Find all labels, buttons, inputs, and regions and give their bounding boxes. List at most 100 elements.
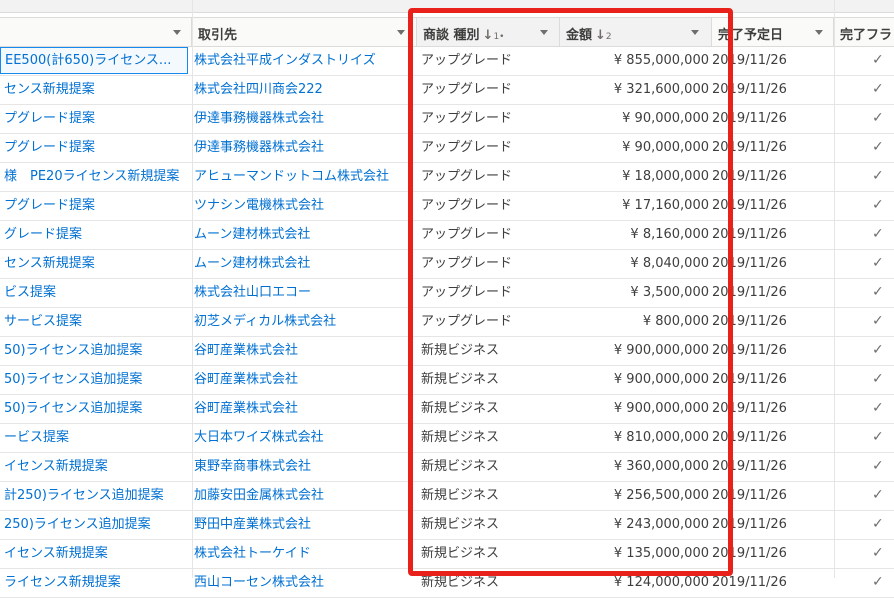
account-name-link[interactable]: 谷町産業株式会社 (194, 337, 408, 364)
chevron-down-icon[interactable] (535, 23, 553, 41)
account-name-link[interactable]: 野田中産業株式会社 (194, 511, 408, 538)
opportunity-name-link[interactable]: 50)ライセンス追加提案 (0, 337, 188, 364)
account-name-link[interactable]: 株式会社四川商会222 (194, 76, 408, 103)
opportunity-name-link[interactable]: センス新規提案 (0, 250, 188, 277)
account-name-link[interactable]: ムーン建材株式会社 (194, 221, 408, 248)
account-name-link[interactable]: 加藤安田金属株式会社 (194, 482, 408, 509)
opportunity-name-link[interactable]: プグレード提案 (0, 192, 188, 219)
table-row[interactable]: サービス提案 初芝メディカル株式会社 アップグレード ¥ 800,000 2019/11… (0, 308, 894, 337)
close-date-cell: 2019/11/26 (712, 198, 787, 213)
account-name-link[interactable]: 大日本ワイズ株式会社 (194, 424, 408, 451)
completed-check-icon: ✓ (872, 52, 884, 68)
chevron-down-icon[interactable] (686, 23, 704, 41)
account-name-link[interactable]: 西山コーセン株式会社 (194, 569, 408, 596)
close-date-cell: 2019/11/26 (712, 285, 787, 300)
opportunity-type-cell: アップグレード (421, 314, 513, 329)
opportunity-name-link[interactable]: イセンス新規提案 (0, 540, 188, 567)
account-name-link[interactable]: ムーン建材株式会社 (194, 250, 408, 277)
account-name-link[interactable]: 株式会社山口エコー (194, 279, 408, 306)
opportunity-name-link[interactable]: ービス提案 (0, 424, 188, 451)
opportunity-type-cell: 新規ビジネス (421, 401, 500, 416)
completed-check-icon: ✓ (872, 545, 884, 561)
opportunity-type-cell: 新規ビジネス (421, 372, 500, 387)
col-header-type[interactable]: 商談 種別 ↓1• (417, 18, 560, 46)
close-date-cell: 2019/11/26 (712, 488, 787, 503)
account-name-link[interactable]: アヒューマンドットコム株式会社 (194, 163, 408, 190)
opportunity-type-cell: アップグレード (421, 53, 513, 68)
table-row[interactable]: ービス提案 大日本ワイズ株式会社 新規ビジネス ¥ 810,000,000 2019/1… (0, 424, 894, 453)
completed-check-icon: ✓ (872, 110, 884, 126)
col-header-close-date[interactable]: 完了予定日 (712, 18, 834, 46)
table-row[interactable]: ビス提案 株式会社山口エコー アップグレード ¥ 3,500,000 2019/11/2… (0, 279, 894, 308)
completed-check-icon: ✓ (872, 342, 884, 358)
amount-cell: ¥ 256,500,000 (613, 488, 709, 503)
table-body: EE500(計650)ライセンス... 株式会社平成インダストリイズ アップグレード… (0, 47, 894, 598)
opportunity-name-link[interactable]: EE500(計650)ライセンス... (0, 47, 188, 74)
table-row[interactable]: 計250)ライセンス追加提案 加藤安田金属株式会社 新規ビジネス ¥ 256,500,… (0, 482, 894, 511)
table-row[interactable]: 様 PE20ライセンス新規提案 アヒューマンドットコム株式会社 アップグレード ¥ 1… (0, 163, 894, 192)
completed-check-icon: ✓ (872, 487, 884, 503)
close-date-cell: 2019/11/26 (712, 343, 787, 358)
account-name-link[interactable]: 東野幸商事株式会社 (194, 453, 408, 480)
opportunity-name-link[interactable]: 50)ライセンス追加提案 (0, 395, 188, 422)
amount-cell: ¥ 900,000,000 (613, 343, 709, 358)
opportunity-name-link[interactable]: 250)ライセンス追加提案 (0, 511, 188, 538)
table-row[interactable]: イセンス新規提案 東野幸商事株式会社 新規ビジネス ¥ 360,000,000 2019… (0, 453, 894, 482)
table-row[interactable]: 50)ライセンス追加提案 谷町産業株式会社 新規ビジネス ¥ 900,000,000 2… (0, 395, 894, 424)
col-header-account[interactable]: 取引先 (192, 18, 417, 46)
opportunity-name-link[interactable]: ライセンス新規提案 (0, 569, 188, 596)
table-row[interactable]: EE500(計650)ライセンス... 株式会社平成インダストリイズ アップグレード… (0, 47, 894, 76)
completed-check-icon: ✓ (872, 284, 884, 300)
table-row[interactable]: プグレード提案 伊達事務機器株式会社 アップグレード ¥ 90,000,000 2019… (0, 105, 894, 134)
close-date-cell: 2019/11/26 (712, 372, 787, 387)
opportunity-name-link[interactable]: プグレード提案 (0, 105, 188, 132)
amount-cell: ¥ 360,000,000 (613, 459, 709, 474)
chevron-down-icon[interactable] (810, 23, 828, 41)
account-name-link[interactable]: 株式会社トーケイド (194, 540, 408, 567)
opportunity-name-link[interactable]: サービス提案 (0, 308, 188, 335)
table-row[interactable]: プグレード提案 ツナシン電機株式会社 アップグレード ¥ 17,160,000 2019… (0, 192, 894, 221)
account-name-link[interactable]: 伊達事務機器株式会社 (194, 105, 408, 132)
table-row[interactable]: 50)ライセンス追加提案 谷町産業株式会社 新規ビジネス ¥ 900,000,000 2… (0, 337, 894, 366)
completed-check-icon: ✓ (872, 429, 884, 445)
completed-check-icon: ✓ (872, 458, 884, 474)
table-row[interactable]: 250)ライセンス追加提案 野田中産業株式会社 新規ビジネス ¥ 243,000,00… (0, 511, 894, 540)
col-type-label: 商談 種別 (423, 28, 480, 43)
table-row[interactable]: ライセンス新規提案 西山コーセン株式会社 新規ビジネス ¥ 124,000,000 20… (0, 569, 894, 598)
opportunity-name-link[interactable]: グレード提案 (0, 221, 188, 248)
col-header-amount[interactable]: 金額 ↓2 (560, 18, 712, 46)
account-name-link[interactable]: 株式会社平成インダストリイズ (194, 47, 408, 74)
chevron-down-icon[interactable] (392, 23, 410, 41)
opportunity-type-cell: アップグレード (421, 140, 513, 155)
account-name-link[interactable]: 谷町産業株式会社 (194, 366, 408, 393)
sort-mark: • (499, 32, 505, 42)
col-header-name[interactable] (0, 18, 192, 46)
sort-desc-icon: ↓ (595, 28, 606, 43)
chevron-down-icon[interactable] (168, 23, 186, 41)
close-date-cell: 2019/11/26 (712, 227, 787, 242)
opportunity-name-link[interactable]: ビス提案 (0, 279, 188, 306)
table-row[interactable]: プグレード提案 伊達事務機器株式会社 アップグレード ¥ 90,000,000 2019… (0, 134, 894, 163)
table-row[interactable]: 50)ライセンス追加提案 谷町産業株式会社 新規ビジネス ¥ 900,000,000 2… (0, 366, 894, 395)
table-row[interactable]: イセンス新規提案 株式会社トーケイド 新規ビジネス ¥ 135,000,000 2019… (0, 540, 894, 569)
opportunity-type-cell: アップグレード (421, 111, 513, 126)
table-row[interactable]: センス新規提案 株式会社四川商会222 アップグレード ¥ 321,600,000 20… (0, 76, 894, 105)
amount-cell: ¥ 900,000,000 (613, 401, 709, 416)
opportunity-name-link[interactable]: センス新規提案 (0, 76, 188, 103)
close-date-cell: 2019/11/26 (712, 459, 787, 474)
amount-cell: ¥ 135,000,000 (613, 546, 709, 561)
account-name-link[interactable]: 伊達事務機器株式会社 (194, 134, 408, 161)
col-header-completed[interactable]: 完了フラ (834, 18, 894, 46)
account-name-link[interactable]: ツナシン電機株式会社 (194, 192, 408, 219)
amount-cell: ¥ 855,000,000 (613, 53, 709, 68)
opportunity-name-link[interactable]: イセンス新規提案 (0, 453, 188, 480)
opportunity-name-link[interactable]: プグレード提案 (0, 134, 188, 161)
account-name-link[interactable]: 谷町産業株式会社 (194, 395, 408, 422)
opportunity-name-link[interactable]: 様 PE20ライセンス新規提案 (0, 163, 188, 190)
table-row[interactable]: グレード提案 ムーン建材株式会社 アップグレード ¥ 8,160,000 2019/11… (0, 221, 894, 250)
close-date-cell: 2019/11/26 (712, 517, 787, 532)
account-name-link[interactable]: 初芝メディカル株式会社 (194, 308, 408, 335)
table-row[interactable]: センス新規提案 ムーン建材株式会社 アップグレード ¥ 8,040,000 2019/1… (0, 250, 894, 279)
opportunity-name-link[interactable]: 50)ライセンス追加提案 (0, 366, 188, 393)
opportunity-name-link[interactable]: 計250)ライセンス追加提案 (0, 482, 188, 509)
